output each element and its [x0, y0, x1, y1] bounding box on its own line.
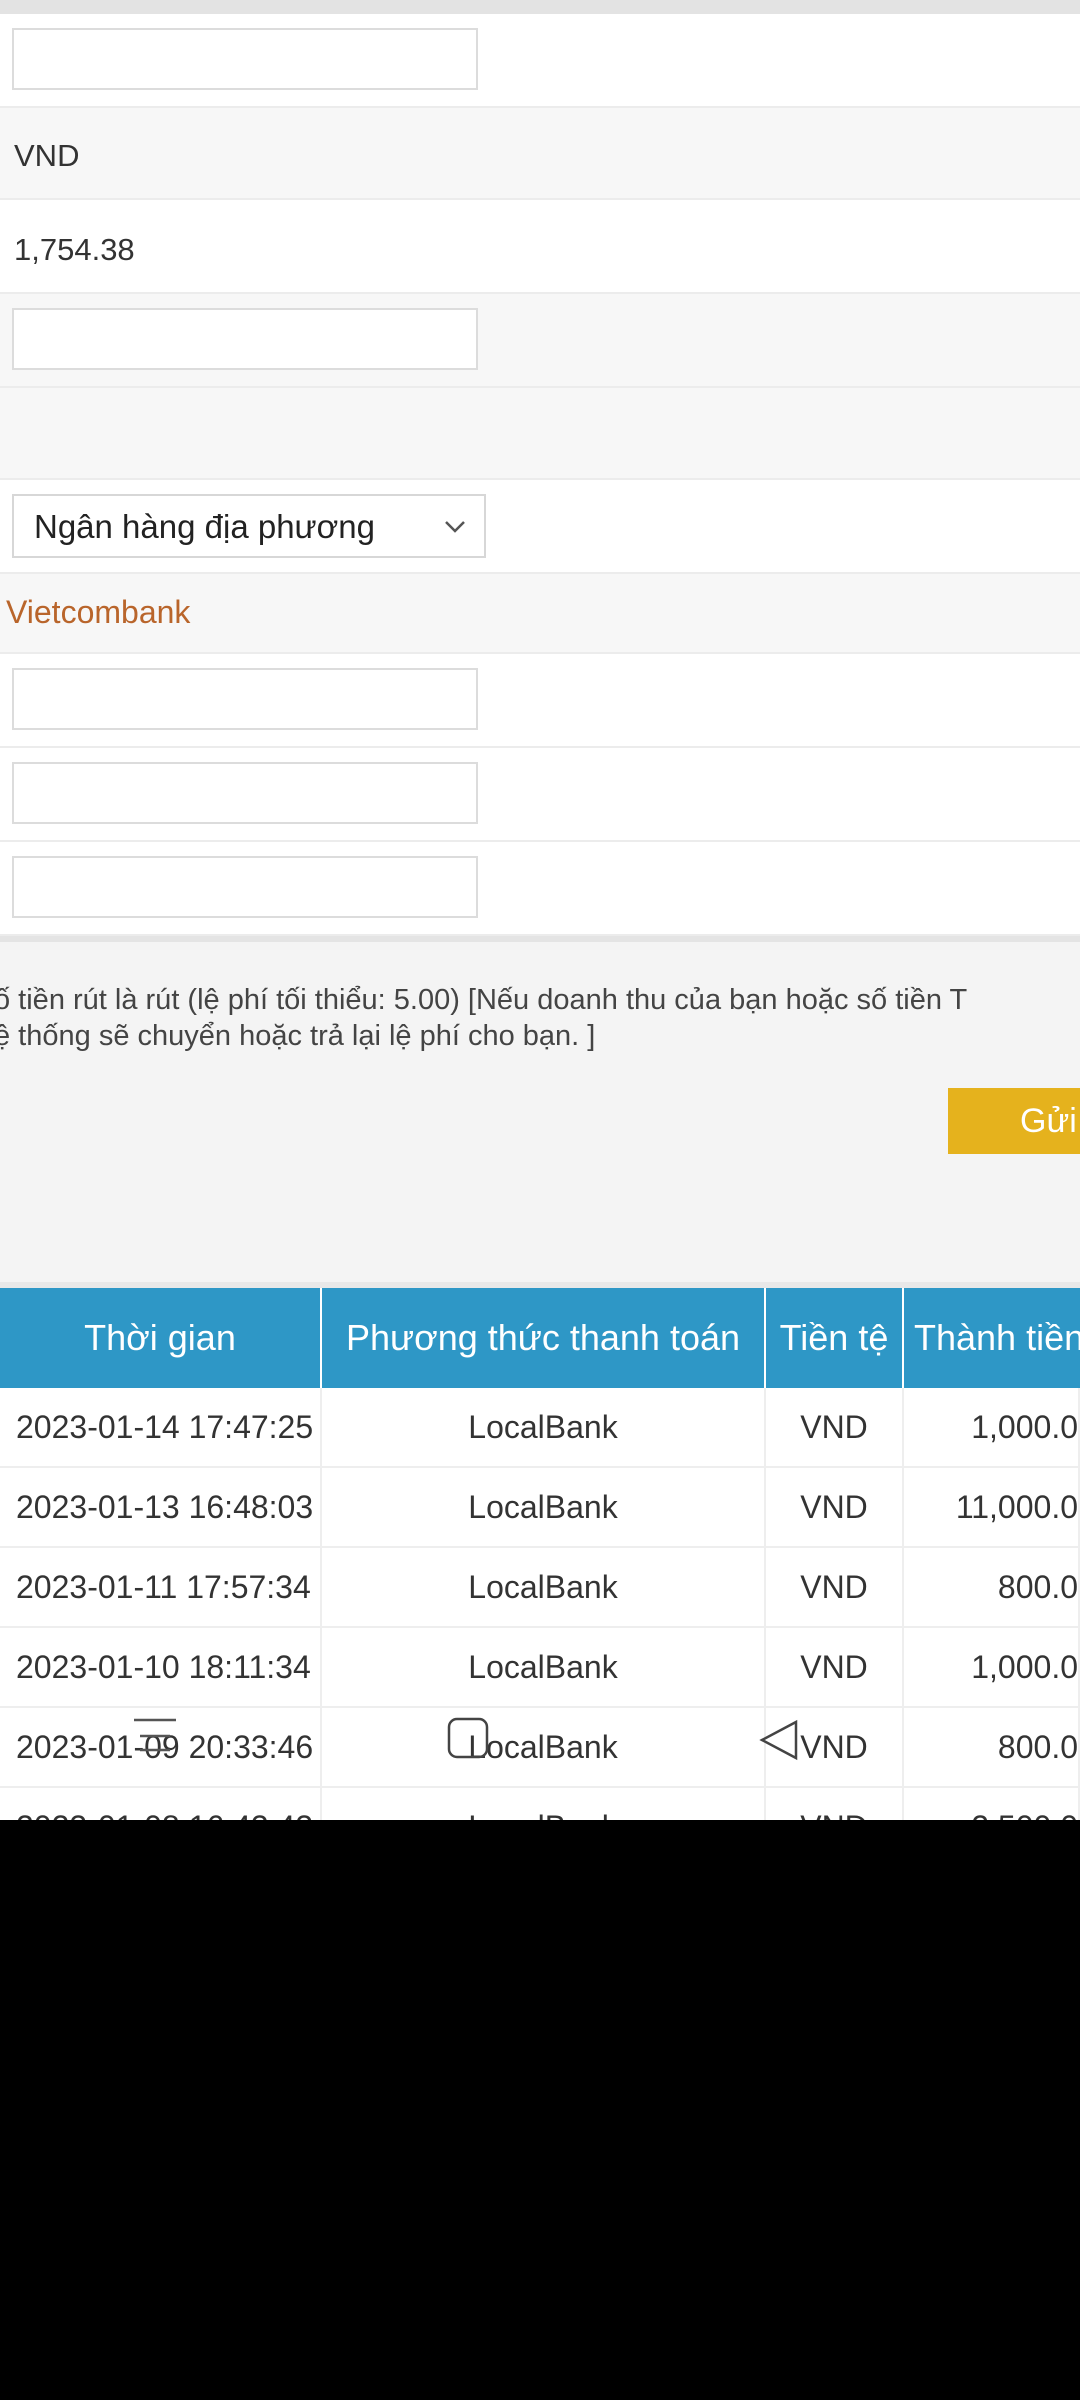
chevron-down-icon	[445, 521, 465, 533]
notice-line-1: ố tiền rút là rút (lệ phí tối thiểu: 5.0…	[0, 984, 968, 1016]
table-row[interactable]: 2023-01-13 16:48:03 LocalBank VND 11,000…	[0, 1468, 1080, 1548]
form-row-password	[0, 842, 1080, 936]
cell-amount: 800.0	[904, 1548, 1080, 1626]
account-number-input[interactable]	[12, 762, 478, 824]
currency-value: VND	[14, 138, 80, 173]
header-time: Thời gian	[0, 1288, 322, 1388]
form-row-amount: 1,754.38	[0, 200, 1080, 294]
table-row[interactable]: 2023-01-14 17:47:25 LocalBank VND 1,000.…	[0, 1388, 1080, 1468]
cell-time: 2023-01-08 16:43:43	[0, 1788, 322, 1820]
notice-line-2: ệ thống sẽ chuyển hoặc trả lại lệ phí ch…	[0, 1020, 596, 1052]
back-icon[interactable]	[756, 1718, 802, 1764]
bank-name: Vietcombank	[6, 594, 191, 630]
withdraw-history-table: Thời gian Phương thức thanh toán Tiền tệ…	[0, 1282, 1080, 1820]
cell-amount: 2,500.0	[904, 1788, 1080, 1820]
cell-currency: VND	[766, 1788, 904, 1820]
form-row-1	[0, 14, 1080, 108]
cell-currency: VND	[766, 1628, 904, 1706]
form-row-empty	[0, 388, 1080, 480]
cell-time: 2023-01-10 18:11:34	[0, 1628, 322, 1706]
withdraw-amount-input[interactable]	[12, 308, 478, 370]
submit-button[interactable]: Gửi	[948, 1088, 1080, 1154]
screen-blank-area	[0, 1820, 1080, 2400]
cell-currency: VND	[766, 1468, 904, 1546]
cell-time: 2023-01-11 17:57:34	[0, 1548, 322, 1626]
form-row-withdraw	[0, 294, 1080, 388]
top-divider	[0, 0, 1080, 14]
form-row-payment: Ngân hàng địa phương	[0, 480, 1080, 574]
cell-amount: 11,000.0	[904, 1468, 1080, 1546]
form-row-currency: VND	[0, 108, 1080, 200]
payment-method-select[interactable]: Ngân hàng địa phương	[12, 494, 486, 558]
header-currency: Tiền tệ	[766, 1288, 904, 1388]
cell-time: 2023-01-14 17:47:25	[0, 1388, 322, 1466]
header-amount: Thành tiền	[914, 1317, 1080, 1358]
table-header: Thời gian Phương thức thanh toán Tiền tệ…	[0, 1288, 1080, 1388]
cell-method: LocalBank	[322, 1388, 766, 1466]
withdraw-notice: ố tiền rút là rút (lệ phí tối thiểu: 5.0…	[0, 936, 1080, 1282]
cell-method: LocalBank	[322, 1468, 766, 1546]
form-row-account-number	[0, 748, 1080, 842]
header-method: Phương thức thanh toán	[322, 1288, 766, 1388]
text-input-1[interactable]	[12, 28, 478, 90]
table-row[interactable]: 2023-01-08 16:43:43 LocalBank VND 2,500.…	[0, 1788, 1080, 1820]
payment-method-selected: Ngân hàng địa phương	[34, 508, 375, 545]
cell-currency: VND	[766, 1388, 904, 1466]
balance-amount: 1,754.38	[14, 232, 135, 267]
form-row-bank: Vietcombank	[0, 574, 1080, 654]
cell-time: 2023-01-13 16:48:03	[0, 1468, 322, 1546]
password-input[interactable]	[12, 856, 478, 918]
form-row-account-name	[0, 654, 1080, 748]
cell-method: LocalBank	[322, 1548, 766, 1626]
table-row[interactable]: 2023-01-10 18:11:34 LocalBank VND 1,000.…	[0, 1628, 1080, 1708]
cell-amount: 1,000.0	[904, 1628, 1080, 1706]
cell-currency: VND	[766, 1548, 904, 1626]
recent-apps-icon[interactable]	[130, 1714, 180, 1764]
table-row[interactable]: 2023-01-11 17:57:34 LocalBank VND 800.0	[0, 1548, 1080, 1628]
cell-amount: 1,000.0	[904, 1388, 1080, 1466]
cell-method: LocalBank	[322, 1628, 766, 1706]
home-icon[interactable]	[446, 1716, 492, 1762]
cell-amount: 800.0	[904, 1708, 1080, 1786]
account-name-input[interactable]	[12, 668, 478, 730]
cell-method: LocalBank	[322, 1788, 766, 1820]
cell-method: LocalBank	[322, 1708, 766, 1786]
